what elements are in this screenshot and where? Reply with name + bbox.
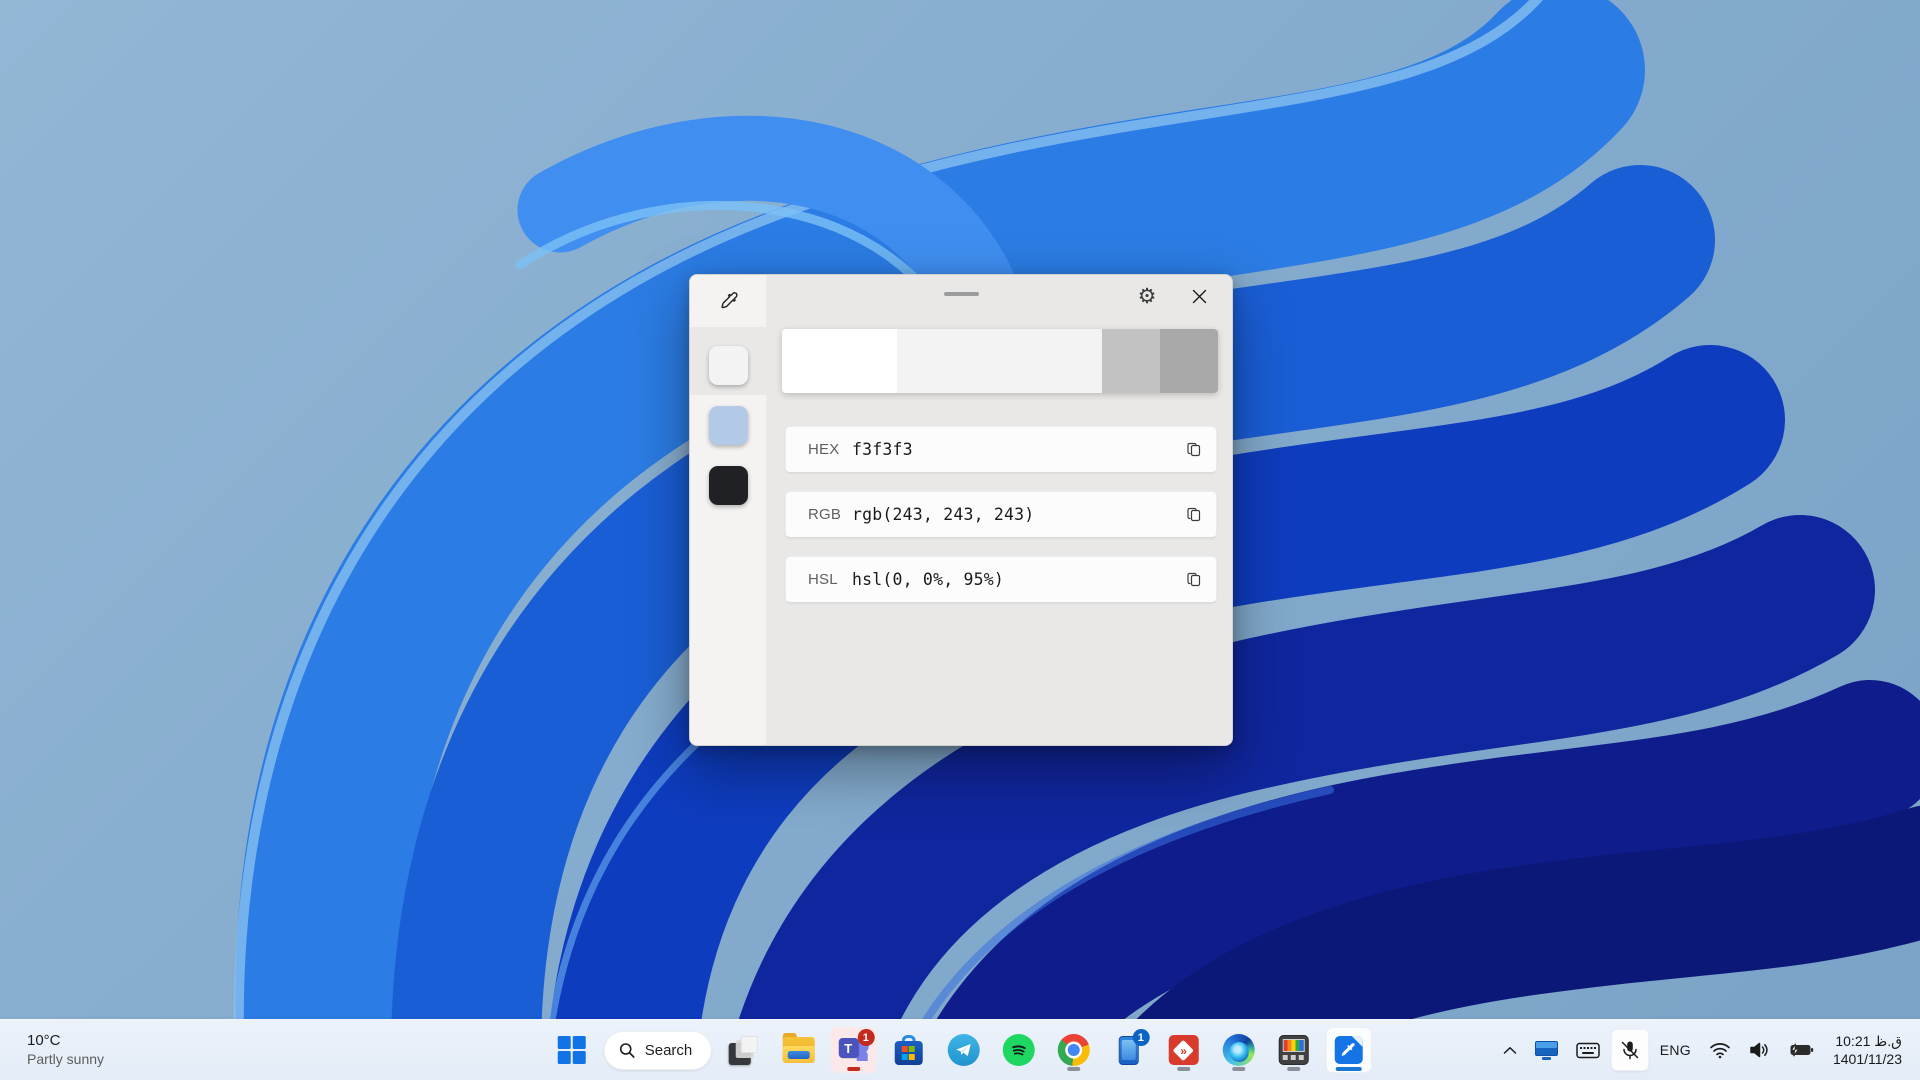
color-history-sidebar: [690, 275, 767, 745]
teams-notification-badge: 1: [857, 1029, 875, 1046]
store-bag-icon: [894, 1035, 923, 1065]
hsl-label: HSL: [808, 571, 838, 588]
search-icon: [619, 1042, 635, 1058]
system-tray: ENG ق.ظ 10:21 1401/11/23: [1496, 1020, 1910, 1080]
taskbar-app-teams[interactable]: T 1: [830, 1027, 877, 1073]
color-picker-window: ⚙ HEX f3f3f3 RGB rgb(243, 243, 243) HSL …: [689, 274, 1233, 746]
folder-icon: [782, 1033, 815, 1063]
wifi-icon: [1710, 1042, 1730, 1058]
taskbar-center: Search T 1 1 »: [549, 1020, 1372, 1080]
taskbar-app-color-picker-active[interactable]: [1325, 1027, 1372, 1073]
hidden-icons-button[interactable]: [1496, 1029, 1524, 1071]
red-diamond-running-indicator: [1176, 1067, 1190, 1071]
tray-display-app[interactable]: [1528, 1029, 1565, 1071]
speaker-icon: [1750, 1042, 1768, 1058]
copy-rgb-button[interactable]: [1172, 492, 1216, 537]
mic-muted-icon: [1621, 1041, 1638, 1060]
rgb-value: rgb(243, 243, 243): [852, 505, 1035, 524]
battery-button[interactable]: [1781, 1029, 1821, 1071]
chrome-icon: [1057, 1034, 1090, 1066]
clock-widget[interactable]: ق.ظ 10:21 1401/11/23: [1825, 1032, 1910, 1068]
taskbar-app-telegram[interactable]: [940, 1027, 986, 1073]
weather-widget[interactable]: 10°C Partly sunny: [27, 1032, 104, 1068]
history-swatch-1[interactable]: [709, 346, 748, 385]
phone-link-badge: 1: [1132, 1029, 1150, 1046]
format-row-rgb[interactable]: RGB rgb(243, 243, 243): [785, 491, 1217, 538]
desktop: ⚙ HEX f3f3f3 RGB rgb(243, 243, 243) HSL …: [0, 0, 1920, 1080]
network-button[interactable]: [1702, 1029, 1738, 1071]
keyboard-icon: [1575, 1042, 1600, 1058]
layered-squares-icon: [728, 1035, 758, 1065]
window-drag-handle[interactable]: [944, 292, 979, 296]
edge-icon: [1222, 1034, 1255, 1066]
weather-condition: Partly sunny: [27, 1050, 105, 1067]
settings-button[interactable]: ⚙: [1128, 279, 1166, 313]
search-box[interactable]: Search: [603, 1030, 712, 1070]
history-swatch-2[interactable]: [709, 406, 748, 445]
color-bars-icon: [1278, 1035, 1309, 1065]
copy-hex-button[interactable]: [1172, 427, 1216, 472]
copy-icon: [1186, 442, 1200, 457]
taskbar-app-microsoft-store[interactable]: [885, 1027, 931, 1073]
taskbar-app-chrome[interactable]: [1050, 1027, 1096, 1073]
spotify-icon: [1002, 1034, 1035, 1066]
language-label: ENG: [1659, 1042, 1691, 1058]
pick-color-button[interactable]: [711, 283, 747, 319]
shade-gradient-bar[interactable]: [782, 329, 1218, 393]
taskbar-app-edge[interactable]: [1215, 1027, 1261, 1073]
hex-label: HEX: [808, 441, 840, 458]
language-indicator[interactable]: ENG: [1653, 1029, 1698, 1071]
shade-darker-1[interactable]: [1101, 329, 1160, 393]
search-label: Search: [644, 1041, 693, 1059]
shade-lighter[interactable]: [782, 329, 897, 393]
battery-charging-icon: [1790, 1043, 1814, 1057]
taskbar-app-color-palette[interactable]: [1270, 1027, 1316, 1073]
history-swatch-3[interactable]: [709, 466, 748, 505]
copy-hsl-button[interactable]: [1172, 557, 1216, 602]
taskbar-app-phone-link[interactable]: 1: [1105, 1027, 1151, 1073]
hsl-value: hsl(0, 0%, 95%): [852, 570, 1005, 589]
start-button[interactable]: [549, 1027, 595, 1073]
rgb-label: RGB: [808, 506, 842, 523]
teams-running-indicator: [846, 1067, 860, 1071]
telegram-icon: [947, 1034, 980, 1066]
palette-running-indicator: [1286, 1067, 1300, 1071]
microphone-muted-button[interactable]: [1610, 1029, 1649, 1071]
weather-temperature: 10°C: [27, 1031, 61, 1049]
gear-icon: ⚙: [1137, 284, 1157, 308]
tray-time: ق.ظ 10:21: [1835, 1032, 1902, 1049]
close-icon: [1192, 289, 1206, 303]
windows-logo-icon: [557, 1036, 586, 1064]
chevron-up-icon: [1503, 1046, 1516, 1054]
taskbar-app-file-explorer[interactable]: [775, 1027, 821, 1073]
copy-icon: [1186, 507, 1200, 522]
copy-icon: [1186, 572, 1200, 587]
format-row-hex[interactable]: HEX f3f3f3: [785, 426, 1217, 473]
tray-date: 1401/11/23: [1832, 1051, 1902, 1067]
volume-button[interactable]: [1742, 1029, 1777, 1071]
taskbar-app-spotify[interactable]: [995, 1027, 1041, 1073]
edge-running-indicator: [1231, 1067, 1245, 1071]
shade-current[interactable]: [896, 329, 1102, 393]
color-picker-app-icon: [1334, 1036, 1363, 1064]
eyedropper-icon: [721, 292, 738, 309]
close-button[interactable]: [1180, 279, 1218, 313]
color-picker-active-indicator: [1335, 1067, 1362, 1071]
blue-monitor-icon: [1534, 1040, 1558, 1060]
format-row-hsl[interactable]: HSL hsl(0, 0%, 95%): [785, 556, 1217, 603]
touch-keyboard-button[interactable]: [1569, 1029, 1607, 1071]
shade-darker-2[interactable]: [1159, 329, 1218, 393]
red-diamond-icon: »: [1168, 1035, 1199, 1065]
chrome-running-indicator: [1066, 1067, 1080, 1071]
hex-value: f3f3f3: [852, 440, 913, 459]
taskbar: 10°C Partly sunny Search T 1 1 » ENG ق.ظ…: [0, 1019, 1920, 1080]
taskbar-app-screenshot-layers[interactable]: [720, 1027, 766, 1073]
taskbar-app-red-diamond[interactable]: »: [1160, 1027, 1206, 1073]
